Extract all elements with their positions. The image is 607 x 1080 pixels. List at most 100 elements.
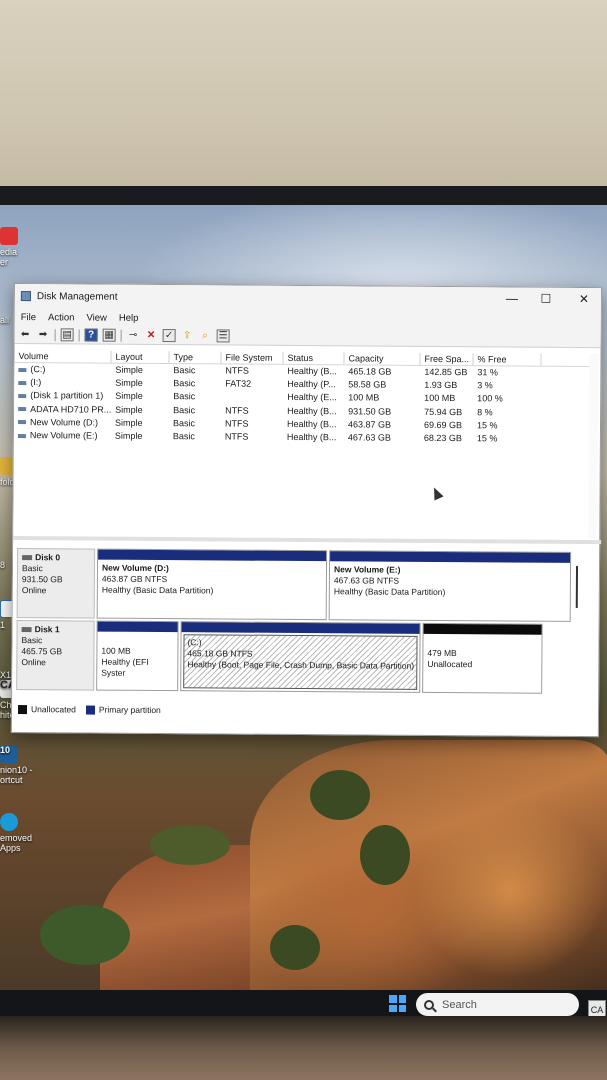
check-icon[interactable]: ✓ <box>162 329 176 343</box>
windows-start-icon[interactable] <box>389 995 406 1012</box>
cell-status: Healthy (B... <box>286 418 337 430</box>
partition-size: 465.18 GB NTFS <box>187 648 253 659</box>
cell-file-system: NTFS <box>225 365 249 376</box>
disk-type: Basic <box>21 563 43 574</box>
help-icon[interactable]: ? <box>84 328 98 342</box>
column-header-status[interactable]: Status <box>283 351 345 365</box>
partition-status: Healthy (Basic Data Partition) <box>333 586 446 598</box>
cell-free-space: 69.69 GB <box>423 419 463 430</box>
search-icon[interactable]: ⌕ <box>199 329 212 342</box>
partition-c[interactable]: (C:) 465.18 GB NTFS Healthy (Boot, Page … <box>180 621 421 693</box>
cell-free-space: 1.93 GB <box>424 380 458 391</box>
volume-name: (C:) <box>30 364 46 375</box>
desk-surface <box>0 1016 607 1080</box>
cell-type: Basic <box>173 365 196 376</box>
close-button[interactable]: ✕ <box>565 288 603 310</box>
cell-status: Healthy (P... <box>287 379 336 390</box>
desktop-icon-label: ortcut <box>0 775 23 785</box>
disk-graph-scrollbar[interactable] <box>573 562 581 622</box>
cell-status: Healthy (B... <box>287 405 337 416</box>
cell-capacity: 100 MB <box>348 392 380 403</box>
forward-arrow-icon[interactable]: ➡ <box>37 328 50 341</box>
cell-file-system: NTFS <box>224 418 249 429</box>
desktop-icon-8[interactable]: 8 <box>0 560 5 570</box>
menu-file[interactable]: File <box>21 312 36 323</box>
column-header-free-space[interactable]: Free Spa... <box>420 352 474 366</box>
column-header-type[interactable]: Type <box>169 351 222 364</box>
cell-capacity: 465.18 GB <box>348 366 392 377</box>
view-icon[interactable]: ▤ <box>60 328 74 342</box>
volume-icon <box>17 433 26 438</box>
disk-state: Online <box>21 585 47 596</box>
disk-size: 931.50 GB <box>21 574 63 585</box>
disk-icon <box>22 555 33 561</box>
unallocated-swatch <box>17 704 28 714</box>
disk-management-app-icon <box>20 291 31 302</box>
partition-status: Healthy (Basic Data Partition) <box>101 584 214 596</box>
disk-0-label[interactable]: Disk 0 Basic 931.50 GB Online <box>16 548 96 619</box>
partition-efi[interactable]: 100 MB Healthy (EFI Syster <box>96 620 179 692</box>
taskbar-search[interactable]: Search <box>416 993 579 1016</box>
desktop-icon-label: 8 <box>0 560 6 570</box>
import-icon[interactable]: ⇪ <box>181 329 194 342</box>
volume-name: New Volume (D:) <box>29 416 99 428</box>
desktop-icon-label: edia <box>0 247 18 257</box>
wallpaper-tree <box>270 925 320 970</box>
desktop-icon-minion10[interactable]: 10 nion10 - ortcut <box>0 745 33 785</box>
disk-size: 465.75 GB <box>21 646 63 657</box>
disk-1-label[interactable]: Disk 1 Basic 465.75 GB Online <box>16 620 95 691</box>
partition-size: 467.63 GB NTFS <box>333 575 400 586</box>
cell-type: Basic <box>172 417 196 429</box>
partition-name: New Volume (E:) <box>333 564 401 575</box>
column-header-file-system[interactable]: File System <box>221 351 284 364</box>
desktop-icon-all[interactable]: all <box>0 315 9 325</box>
disk-name: Disk 1 <box>34 624 60 635</box>
partition-status: Healthy (Boot, Page File, Crash Dump, Ba… <box>187 659 415 671</box>
cell-percent-free: 100 % <box>477 393 503 404</box>
cell-layout: Simple <box>115 377 143 389</box>
minimize-button[interactable]: — <box>493 287 531 309</box>
volume-icon <box>18 420 27 425</box>
menu-view[interactable]: View <box>86 312 106 323</box>
volume-name: (I:) <box>30 377 42 388</box>
primary-partition-swatch <box>85 705 95 715</box>
column-header-capacity[interactable]: Capacity <box>344 352 421 365</box>
partition-unallocated[interactable]: 479 MB Unallocated <box>422 622 543 694</box>
volume-icon <box>18 407 27 412</box>
delete-icon[interactable]: ✕ <box>145 329 158 342</box>
cell-volume: New Volume (D:) <box>14 416 111 430</box>
toolbar-separator <box>120 329 122 342</box>
menu-action[interactable]: Action <box>48 312 74 323</box>
disk-type: Basic <box>21 635 43 646</box>
desktop-icon-removed-apps[interactable]: emoved Apps <box>0 813 32 853</box>
menu-help[interactable]: Help <box>119 312 139 323</box>
connect-icon[interactable]: ⊸ <box>127 329 140 342</box>
selected-partition-hatch: (C:) 465.18 GB NTFS Healthy (Boot, Page … <box>183 634 418 690</box>
partition-name: (C:) <box>187 637 202 648</box>
back-arrow-icon[interactable]: ⬅ <box>19 328 32 341</box>
disk-name: Disk 0 <box>35 552 61 563</box>
cell-free-space: 75.94 GB <box>424 406 463 417</box>
volume-list-rows: (C:) Simple Basic NTFS Healthy (B... 465.18 G… <box>14 363 590 446</box>
cell-free-space: 68.23 GB <box>423 432 462 444</box>
cell-file-system: FAT32 <box>225 378 252 389</box>
volume-list: Volume Layout Type File System Status Ca… <box>13 350 590 539</box>
cell-capacity: 467.63 GB <box>347 432 391 443</box>
partition-d[interactable]: New Volume (D:) 463.87 GB NTFS Healthy (… <box>96 548 328 621</box>
properties-icon[interactable]: ▦ <box>102 328 116 342</box>
column-header-percent-free[interactable]: % Free <box>473 353 542 366</box>
cell-type: Basic <box>173 378 196 389</box>
primary-partition-bar <box>97 621 178 633</box>
column-header-volume[interactable]: Volume <box>14 350 112 363</box>
list-icon[interactable]: ☰ <box>216 329 230 343</box>
cell-free-space: 142.85 GB <box>424 366 468 378</box>
partition-e[interactable]: New Volume (E:) 467.63 GB NTFS Healthy (… <box>328 550 572 622</box>
maximize-button[interactable]: ☐ <box>527 288 565 310</box>
disk-row: Disk 0 Basic 931.50 GB Online New Volume… <box>16 548 583 622</box>
legend: Unallocated Primary partition <box>17 702 161 717</box>
volume-row[interactable]: New Volume (E:) Simple Basic NTFS Healthy (B… <box>14 429 589 446</box>
desktop-icon-media[interactable]: edia er <box>0 227 18 267</box>
column-header-layout[interactable]: Layout <box>111 350 170 364</box>
volume-name: ADATA HD710 PR... <box>30 403 112 415</box>
volume-list-scrollbar[interactable] <box>588 354 599 539</box>
